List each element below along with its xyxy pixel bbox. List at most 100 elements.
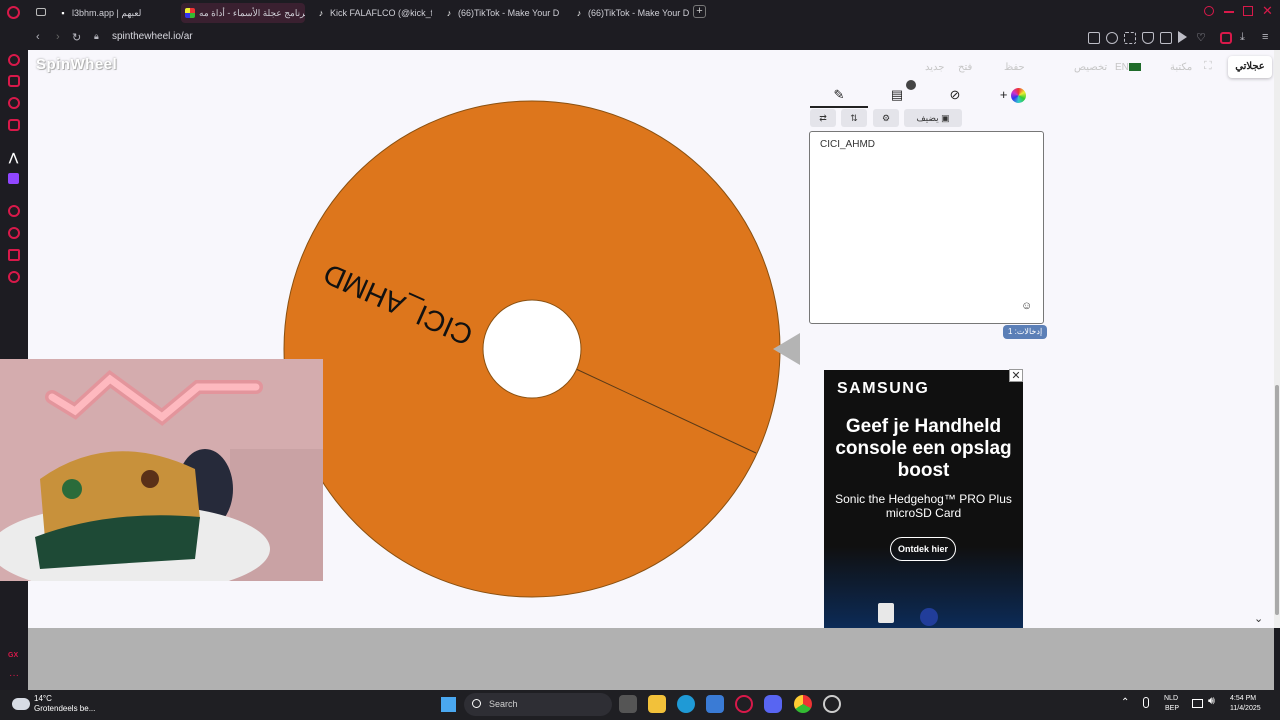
keyboard-layout[interactable]: BEP: [1165, 705, 1179, 712]
back-button[interactable]: ‹: [36, 31, 40, 43]
store-icon[interactable]: [706, 695, 724, 713]
weather-icon[interactable]: [12, 698, 30, 710]
sidebar-settings-icon[interactable]: [8, 271, 20, 283]
wheel[interactable]: CICI_AHMD: [278, 96, 788, 602]
tab-tiktok-2[interactable]: ♪ (66)TikTok - Make Your D...: [570, 3, 690, 23]
tab-l3bhm[interactable]: ▪ l3bhm.app | لعبهم: [54, 3, 174, 23]
play-icon[interactable]: [1178, 31, 1187, 43]
heart-icon[interactable]: ♡: [1196, 31, 1206, 44]
tab-add-wheel[interactable]: +: [984, 84, 1042, 108]
taskbar-search[interactable]: Search: [464, 693, 612, 716]
add-image-button[interactable]: يضيف ▣: [904, 109, 962, 127]
scrollbar-thumb[interactable]: [1275, 385, 1279, 615]
sidebar-kick-icon[interactable]: ⋀: [9, 151, 18, 164]
clock-date[interactable]: 11/4/2025: [1230, 705, 1261, 712]
network-icon[interactable]: [1192, 699, 1203, 708]
download-icon[interactable]: ⤓: [1240, 31, 1245, 44]
tab-spinthewheel[interactable]: برنامج عجلة الأسماء - أداة مه...: [181, 3, 305, 23]
results-badge: [906, 80, 916, 90]
nav-gallery[interactable]: مكتبة: [1170, 62, 1192, 73]
maximize-button[interactable]: [1243, 6, 1253, 16]
close-window-button[interactable]: ✕: [1262, 3, 1273, 19]
tab-kick[interactable]: ♪Kick FALAFLCO (@kick_fa...: [312, 3, 432, 23]
wallet-icon[interactable]: [1220, 32, 1232, 44]
file-explorer-icon[interactable]: [648, 695, 666, 713]
fullscreen-icon[interactable]: ⛶: [1204, 60, 1212, 73]
wheel-pointer: [773, 333, 800, 365]
sidebar-bag-icon[interactable]: [8, 75, 20, 87]
sidebar-history-icon[interactable]: [8, 227, 20, 239]
shuffle-button[interactable]: ⇄: [810, 109, 836, 127]
samsung-ad[interactable]: SAMSUNG Geef je Handheld console een ops…: [824, 370, 1023, 628]
tab-edit-entries[interactable]: ✎: [810, 84, 868, 108]
pin-icon[interactable]: [1106, 32, 1118, 44]
app-icon[interactable]: [823, 695, 841, 713]
emoji-icon[interactable]: ☺: [1021, 300, 1032, 312]
tab-results[interactable]: ▤: [868, 80, 926, 108]
keyboard-language[interactable]: NLD: [1164, 695, 1178, 702]
windows-start-icon[interactable]: [441, 697, 456, 712]
nav-language[interactable]: EN: [1115, 62, 1129, 73]
webcam-overlay: [0, 359, 323, 581]
search-icon: [472, 699, 481, 708]
tab-tiktok-1[interactable]: ♪ (66)TikTok - Make Your D...: [440, 3, 560, 23]
ad-cta-button[interactable]: Ontdek hier: [890, 537, 956, 561]
shuffle-icon: ⇄: [819, 113, 827, 123]
chevron-up-icon[interactable]: ⌃: [1121, 697, 1129, 708]
edge-icon[interactable]: [677, 695, 695, 713]
opera-logo-icon[interactable]: [7, 6, 20, 19]
ad-console-image: [878, 603, 938, 626]
camera-icon[interactable]: [1160, 32, 1172, 44]
url-field[interactable]: spinthewheel.io/ar: [112, 31, 193, 42]
split-view-icon[interactable]: [1088, 32, 1100, 44]
chevron-down-icon[interactable]: ⌄: [1254, 612, 1263, 625]
lock-icon: 🔒︎: [94, 31, 99, 41]
task-view-icon[interactable]: [619, 695, 637, 713]
tiktok-icon: ♪: [318, 8, 324, 18]
ad-close-button[interactable]: ✕: [1009, 369, 1023, 382]
sort-button[interactable]: ⇅: [841, 109, 867, 127]
pencil-icon: ✎: [833, 87, 845, 102]
entries-textarea[interactable]: CICI_AHMD: [809, 131, 1044, 324]
nav-save[interactable]: حفظ: [1004, 62, 1025, 73]
sidebar-messenger-icon[interactable]: [8, 97, 20, 109]
clipboard-icon: ▤: [890, 87, 904, 102]
color-wheel-icon: [1011, 88, 1027, 104]
sidebar-more-icon[interactable]: ···: [9, 670, 19, 681]
weather-description[interactable]: Grotendeels be...: [34, 704, 95, 713]
sidebar-aria-icon[interactable]: [8, 54, 20, 66]
site-logo[interactable]: SpinWheel: [36, 56, 117, 73]
nav-customize[interactable]: تخصيص: [1074, 62, 1107, 73]
nav-open[interactable]: فتح: [958, 62, 972, 73]
chrome-icon[interactable]: [794, 695, 812, 713]
editor-tabs: ✎ ▤ ⊘ +: [810, 80, 1044, 108]
new-tab-button[interactable]: +: [693, 5, 706, 18]
reload-icon[interactable]: ↻: [72, 31, 81, 44]
minimize-button[interactable]: [1224, 11, 1234, 13]
sidebar-music-icon[interactable]: [8, 119, 20, 131]
tiktok-icon: ♪: [576, 8, 582, 18]
sidebar-twitch-icon[interactable]: [8, 173, 19, 184]
screenshot-icon[interactable]: [1124, 32, 1136, 44]
sidebar-send-icon[interactable]: [8, 249, 20, 261]
clock-time[interactable]: 4:54 PM: [1230, 695, 1256, 702]
settings-button[interactable]: ⚙: [873, 109, 899, 127]
sidebar-gx-icon[interactable]: GX: [8, 652, 18, 659]
forward-button[interactable]: ›: [56, 31, 60, 43]
tab-hidden[interactable]: ⊘: [926, 84, 984, 108]
microphone-icon[interactable]: [1143, 697, 1149, 708]
discord-icon[interactable]: [764, 695, 782, 713]
tab-manager-icon[interactable]: [36, 8, 46, 16]
weather-temperature[interactable]: 14°C: [34, 694, 52, 703]
my-wheels-button[interactable]: عجلاتي: [1228, 56, 1272, 78]
menu-icon[interactable]: ≡: [1262, 31, 1268, 43]
wheel-center-hole[interactable]: [482, 299, 582, 399]
search-icon[interactable]: [1204, 6, 1214, 16]
nav-new[interactable]: جديد: [925, 62, 944, 73]
shield-icon[interactable]: [1142, 32, 1154, 44]
browser-tab-bar: ▪l3bhm.app | لعبهم برنامج عجلة الأسماء -…: [0, 0, 1280, 26]
sidebar-player-icon[interactable]: [8, 205, 20, 217]
volume-icon[interactable]: 🔊︎: [1208, 695, 1215, 708]
opera-gx-icon[interactable]: [735, 695, 753, 713]
image-icon: ▣: [941, 113, 950, 123]
